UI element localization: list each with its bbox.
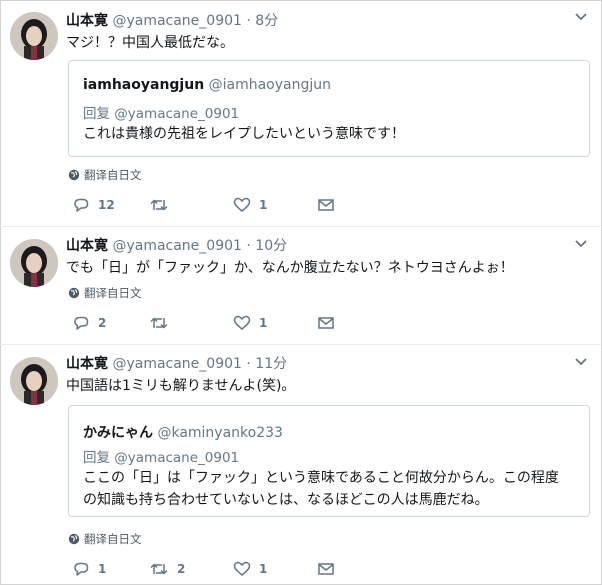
tweet-2[interactable]: 山本寛 @yamacane_0901 · 10分 でも「日」が「ファック」か、な…: [0, 227, 602, 344]
avatar[interactable]: [10, 12, 58, 60]
like-button[interactable]: 1: [233, 197, 267, 213]
author-name[interactable]: 山本寛: [66, 238, 108, 254]
quoted-text-line: の知識も持ち合わせていないとは、なるほどこの人は馬鹿だね。: [83, 492, 489, 508]
tweet-header: 山本寛 @yamacane_0901 · 8分: [66, 10, 278, 30]
chevron-down-icon[interactable]: [574, 239, 588, 249]
heart-icon: [233, 315, 251, 331]
quoted-text: ここの「日」は「ファック」という意味であること何故分からん。この程度 の知識も持…: [83, 467, 559, 511]
like-button[interactable]: 1: [233, 315, 267, 331]
chevron-down-icon[interactable]: [574, 12, 588, 22]
retweet-button[interactable]: 2: [149, 561, 185, 577]
heart-icon: [233, 561, 251, 577]
tweet-1[interactable]: 山本寛 @yamacane_0901 · 8分 マジ！？中国人最低だな。 iam…: [0, 0, 602, 226]
translate-link[interactable]: 翻译自日文: [68, 167, 142, 183]
retweet-count: 2: [177, 562, 186, 576]
retweet-icon: [149, 315, 169, 331]
reply-button[interactable]: 12: [72, 197, 115, 213]
like-count: 1: [259, 316, 268, 330]
retweet-button[interactable]: [149, 315, 177, 331]
reply-icon: [72, 561, 90, 577]
author-handle[interactable]: @yamacane_0901: [112, 356, 241, 372]
retweet-button[interactable]: [149, 197, 177, 213]
translate-label: 翻译自日文: [84, 168, 142, 182]
globe-icon: [68, 533, 80, 545]
envelope-icon: [317, 561, 335, 577]
chevron-down-icon[interactable]: [574, 357, 588, 367]
retweet-icon: [149, 197, 169, 213]
reply-count: 1: [98, 562, 107, 576]
author-name[interactable]: 山本寛: [66, 13, 108, 29]
direct-message-button[interactable]: [317, 561, 335, 577]
action-bar: 12 1: [68, 197, 358, 217]
translate-label: 翻译自日文: [84, 532, 142, 546]
translate-link[interactable]: 翻译自日文: [68, 285, 142, 301]
action-bar: 2 1: [68, 315, 358, 335]
quoted-author-handle: @kaminyanko233: [157, 425, 283, 441]
quoted-text-line: これは貴様の先祖をレイプしたいという意味です！: [83, 126, 405, 142]
reply-to-handle: @yamacane_0901: [114, 106, 240, 122]
timestamp[interactable]: · 10分: [246, 238, 287, 254]
globe-icon: [68, 169, 80, 181]
reply-count: 2: [98, 316, 107, 330]
reply-prefix: 回复: [83, 106, 110, 122]
translate-link[interactable]: 翻译自日文: [68, 531, 142, 547]
heart-icon: [233, 197, 251, 213]
tweet-3[interactable]: 山本寛 @yamacane_0901 · 11分 中国語は1ミリも解りませんよ(…: [0, 345, 602, 583]
tweet-header: 山本寛 @yamacane_0901 · 11分: [66, 353, 287, 373]
direct-message-button[interactable]: [317, 315, 335, 331]
globe-icon: [68, 287, 80, 299]
quoted-header: iamhaoyangjun @iamhaoyangjun: [83, 77, 331, 93]
like-count: 1: [259, 198, 268, 212]
timestamp[interactable]: · 8分: [246, 13, 278, 29]
action-bar: 1 2 1: [68, 561, 358, 581]
quoted-tweet[interactable]: かみにゃん @kaminyanko233 回复 @yamacane_0901 こ…: [68, 405, 590, 517]
reply-prefix: 回复: [83, 450, 110, 466]
quoted-text: これは貴様の先祖をレイプしたいという意味です！: [83, 123, 405, 145]
quoted-header: かみにゃん @kaminyanko233: [83, 422, 283, 442]
reply-button[interactable]: 1: [72, 561, 106, 577]
translate-label: 翻译自日文: [84, 286, 142, 300]
tweet-text: 中国語は1ミリも解りませんよ(笑)。: [66, 378, 296, 394]
quoted-text-line: ここの「日」は「ファック」という意味であること何故分からん。この程度: [83, 470, 559, 486]
like-button[interactable]: 1: [233, 561, 267, 577]
retweet-icon: [149, 561, 169, 577]
reply-icon: [72, 197, 90, 213]
tweet-text: でも「日」が「ファック」か、なんか腹立たない？ネトウヨさんよぉ！: [66, 260, 514, 276]
author-handle[interactable]: @yamacane_0901: [112, 13, 241, 29]
author-name[interactable]: 山本寛: [66, 356, 108, 372]
envelope-icon: [317, 197, 335, 213]
reply-icon: [72, 315, 90, 331]
quoted-author-name: iamhaoyangjun: [83, 77, 205, 93]
quoted-author-handle: @iamhaoyangjun: [208, 77, 332, 93]
avatar[interactable]: [10, 357, 58, 405]
reply-to-handle: @yamacane_0901: [114, 450, 240, 466]
quoted-tweet[interactable]: iamhaoyangjun @iamhaoyangjun 回复 @yamacan…: [68, 60, 590, 157]
envelope-icon: [317, 315, 335, 331]
avatar[interactable]: [10, 239, 58, 287]
direct-message-button[interactable]: [317, 197, 335, 213]
reply-button[interactable]: 2: [72, 315, 106, 331]
reply-count: 12: [98, 198, 115, 212]
quoted-author-name: かみにゃん: [83, 425, 153, 441]
tweet-text: マジ！？中国人最低だな。: [66, 35, 234, 51]
quoted-reply-line: 回复 @yamacane_0901: [83, 446, 239, 466]
quoted-reply-line: 回复 @yamacane_0901: [83, 102, 239, 122]
tweet-header: 山本寛 @yamacane_0901 · 10分: [66, 235, 287, 255]
like-count: 1: [259, 562, 268, 576]
timestamp[interactable]: · 11分: [246, 356, 287, 372]
author-handle[interactable]: @yamacane_0901: [112, 238, 241, 254]
